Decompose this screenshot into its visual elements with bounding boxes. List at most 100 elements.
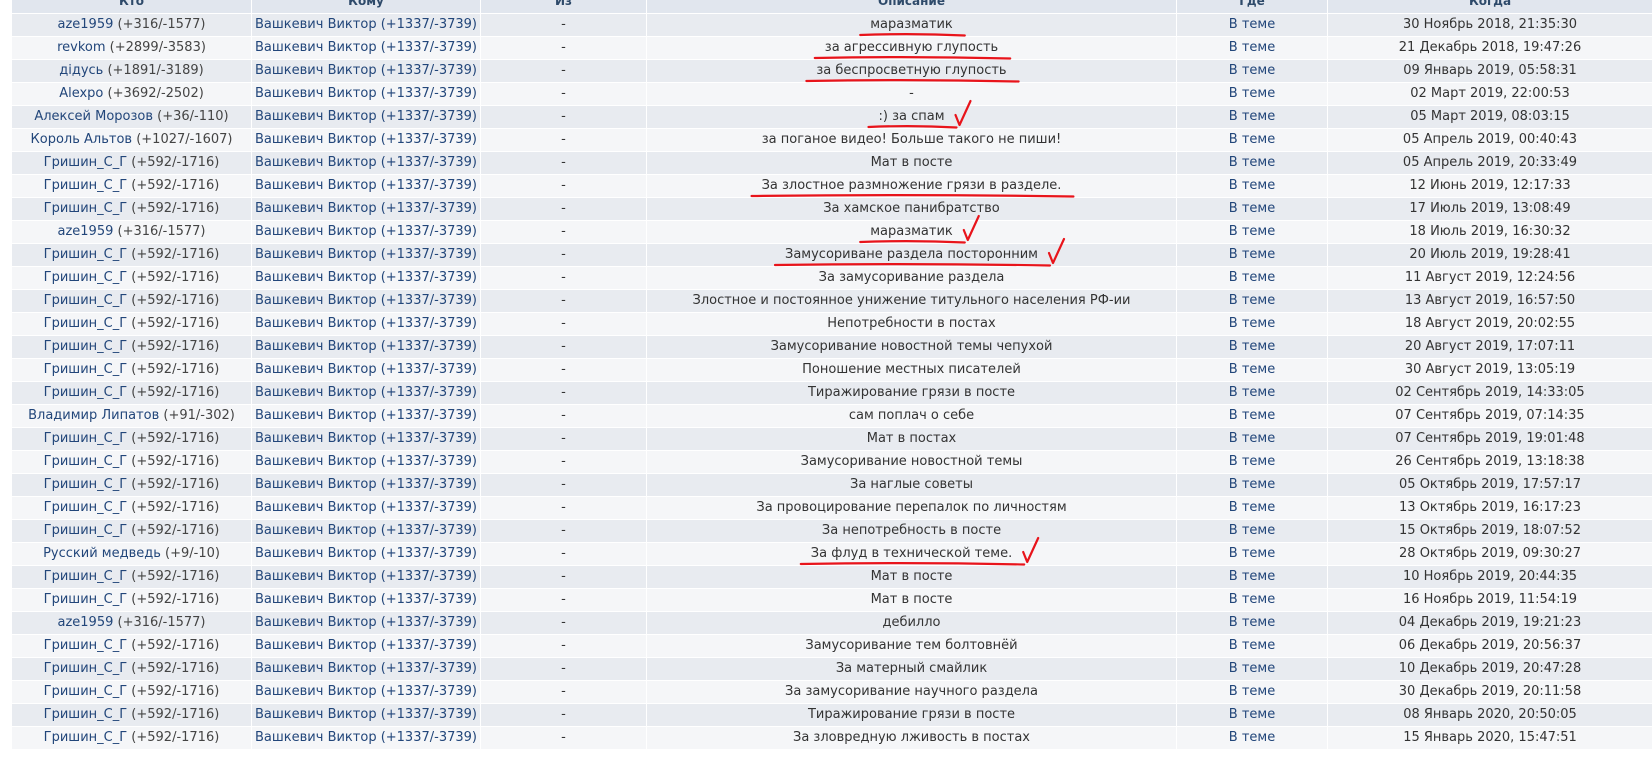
who-user-link[interactable]: Владимир Липатов <box>28 408 159 423</box>
to-user-link[interactable]: Вашкевич Виктор (+1337/-3739) <box>255 454 477 469</box>
to-user-link[interactable]: Вашкевич Виктор (+1337/-3739) <box>255 201 477 216</box>
who-user-link[interactable]: Гришин_С_Г <box>44 592 127 607</box>
where-link[interactable]: В теме <box>1229 408 1275 423</box>
who-user-link[interactable]: Гришин_С_Г <box>44 569 127 584</box>
to-user-link[interactable]: Вашкевич Виктор (+1337/-3739) <box>255 178 477 193</box>
who-user-link[interactable]: aze1959 <box>57 17 113 32</box>
where-link[interactable]: В теме <box>1229 17 1275 32</box>
who-user-link[interactable]: Гришин_С_Г <box>44 730 127 745</box>
where-link[interactable]: В теме <box>1229 293 1275 308</box>
who-user-link[interactable]: Гришин_С_Г <box>44 201 127 216</box>
to-user-link[interactable]: Вашкевич Виктор (+1337/-3739) <box>255 592 477 607</box>
to-user-link[interactable]: Вашкевич Виктор (+1337/-3739) <box>255 615 477 630</box>
who-user-link[interactable]: Алексей Морозов <box>34 109 153 124</box>
who-user-link[interactable]: Гришин_С_Г <box>44 316 127 331</box>
who-user-link[interactable]: дідусь <box>59 63 103 78</box>
where-link[interactable]: В теме <box>1229 339 1275 354</box>
to-user-link[interactable]: Вашкевич Виктор (+1337/-3739) <box>255 684 477 699</box>
where-link[interactable]: В теме <box>1229 661 1275 676</box>
who-user-link[interactable]: Гришин_С_Г <box>44 661 127 676</box>
where-link[interactable]: В теме <box>1229 638 1275 653</box>
to-user-link[interactable]: Вашкевич Виктор (+1337/-3739) <box>255 523 477 538</box>
who-user-link[interactable]: Гришин_С_Г <box>44 477 127 492</box>
to-user-link[interactable]: Вашкевич Виктор (+1337/-3739) <box>255 316 477 331</box>
to-user-link[interactable]: Вашкевич Виктор (+1337/-3739) <box>255 86 477 101</box>
where-link[interactable]: В теме <box>1229 546 1275 561</box>
to-user-link[interactable]: Вашкевич Виктор (+1337/-3739) <box>255 155 477 170</box>
where-link[interactable]: В теме <box>1229 569 1275 584</box>
where-link[interactable]: В теме <box>1229 86 1275 101</box>
where-link[interactable]: В теме <box>1229 592 1275 607</box>
header-from[interactable]: Из <box>480 0 647 14</box>
to-user-link[interactable]: Вашкевич Виктор (+1337/-3739) <box>255 569 477 584</box>
to-user-link[interactable]: Вашкевич Виктор (+1337/-3739) <box>255 17 477 32</box>
to-user-link[interactable]: Вашкевич Виктор (+1337/-3739) <box>255 408 477 423</box>
where-link[interactable]: В теме <box>1229 109 1275 124</box>
to-user-link[interactable]: Вашкевич Виктор (+1337/-3739) <box>255 661 477 676</box>
who-user-link[interactable]: Гришин_С_Г <box>44 247 127 262</box>
who-user-link[interactable]: Гришин_С_Г <box>44 638 127 653</box>
who-user-link[interactable]: Гришин_С_Г <box>44 362 127 377</box>
who-user-link[interactable]: aze1959 <box>57 615 113 630</box>
where-link[interactable]: В теме <box>1229 155 1275 170</box>
to-user-link[interactable]: Вашкевич Виктор (+1337/-3739) <box>255 730 477 745</box>
who-user-link[interactable]: Гришин_С_Г <box>44 178 127 193</box>
where-link[interactable]: В теме <box>1229 362 1275 377</box>
where-link[interactable]: В теме <box>1229 132 1275 147</box>
to-user-link[interactable]: Вашкевич Виктор (+1337/-3739) <box>255 109 477 124</box>
to-user-link[interactable]: Вашкевич Виктор (+1337/-3739) <box>255 477 477 492</box>
who-user-link[interactable]: aze1959 <box>57 224 113 239</box>
to-user-link[interactable]: Вашкевич Виктор (+1337/-3739) <box>255 431 477 446</box>
where-link[interactable]: В теме <box>1229 431 1275 446</box>
who-user-link[interactable]: Гришин_С_Г <box>44 500 127 515</box>
where-link[interactable]: В теме <box>1229 454 1275 469</box>
where-link[interactable]: В теме <box>1229 224 1275 239</box>
header-where[interactable]: Где <box>1176 0 1328 14</box>
to-user-link[interactable]: Вашкевич Виктор (+1337/-3739) <box>255 293 477 308</box>
who-user-link[interactable]: Гришин_С_Г <box>44 339 127 354</box>
who-user-link[interactable]: Русский медведь <box>43 546 161 561</box>
where-link[interactable]: В теме <box>1229 201 1275 216</box>
to-user-link[interactable]: Вашкевич Виктор (+1337/-3739) <box>255 339 477 354</box>
who-user-link[interactable]: Гришин_С_Г <box>44 155 127 170</box>
who-user-link[interactable]: revkom <box>57 40 105 55</box>
where-link[interactable]: В теме <box>1229 40 1275 55</box>
who-user-link[interactable]: Гришин_С_Г <box>44 454 127 469</box>
to-user-link[interactable]: Вашкевич Виктор (+1337/-3739) <box>255 247 477 262</box>
who-user-link[interactable]: Гришин_С_Г <box>44 293 127 308</box>
header-who[interactable]: Кто <box>11 0 252 14</box>
where-link[interactable]: В теме <box>1229 500 1275 515</box>
where-link[interactable]: В теме <box>1229 615 1275 630</box>
to-user-link[interactable]: Вашкевич Виктор (+1337/-3739) <box>255 40 477 55</box>
where-link[interactable]: В теме <box>1229 270 1275 285</box>
who-user-link[interactable]: Гришин_С_Г <box>44 385 127 400</box>
to-user-link[interactable]: Вашкевич Виктор (+1337/-3739) <box>255 224 477 239</box>
where-link[interactable]: В теме <box>1229 684 1275 699</box>
where-link[interactable]: В теме <box>1229 385 1275 400</box>
who-user-link[interactable]: Гришин_С_Г <box>44 523 127 538</box>
header-description[interactable]: Описание <box>646 0 1177 14</box>
where-link[interactable]: В теме <box>1229 730 1275 745</box>
where-link[interactable]: В теме <box>1229 247 1275 262</box>
where-link[interactable]: В теме <box>1229 316 1275 331</box>
to-user-link[interactable]: Вашкевич Виктор (+1337/-3739) <box>255 362 477 377</box>
who-user-link[interactable]: Гришин_С_Г <box>44 270 127 285</box>
header-to[interactable]: Кому <box>251 0 481 14</box>
where-link[interactable]: В теме <box>1229 63 1275 78</box>
who-user-link[interactable]: Alexpo <box>59 86 103 101</box>
to-user-link[interactable]: Вашкевич Виктор (+1337/-3739) <box>255 63 477 78</box>
to-user-link[interactable]: Вашкевич Виктор (+1337/-3739) <box>255 707 477 722</box>
who-user-link[interactable]: Король Альтов <box>31 132 133 147</box>
header-when[interactable]: Когда <box>1327 0 1652 14</box>
where-link[interactable]: В теме <box>1229 178 1275 193</box>
to-user-link[interactable]: Вашкевич Виктор (+1337/-3739) <box>255 385 477 400</box>
to-user-link[interactable]: Вашкевич Виктор (+1337/-3739) <box>255 270 477 285</box>
who-user-link[interactable]: Гришин_С_Г <box>44 707 127 722</box>
who-user-link[interactable]: Гришин_С_Г <box>44 684 127 699</box>
to-user-link[interactable]: Вашкевич Виктор (+1337/-3739) <box>255 132 477 147</box>
to-user-link[interactable]: Вашкевич Виктор (+1337/-3739) <box>255 546 477 561</box>
to-user-link[interactable]: Вашкевич Виктор (+1337/-3739) <box>255 500 477 515</box>
where-link[interactable]: В теме <box>1229 477 1275 492</box>
who-user-link[interactable]: Гришин_С_Г <box>44 431 127 446</box>
to-user-link[interactable]: Вашкевич Виктор (+1337/-3739) <box>255 638 477 653</box>
